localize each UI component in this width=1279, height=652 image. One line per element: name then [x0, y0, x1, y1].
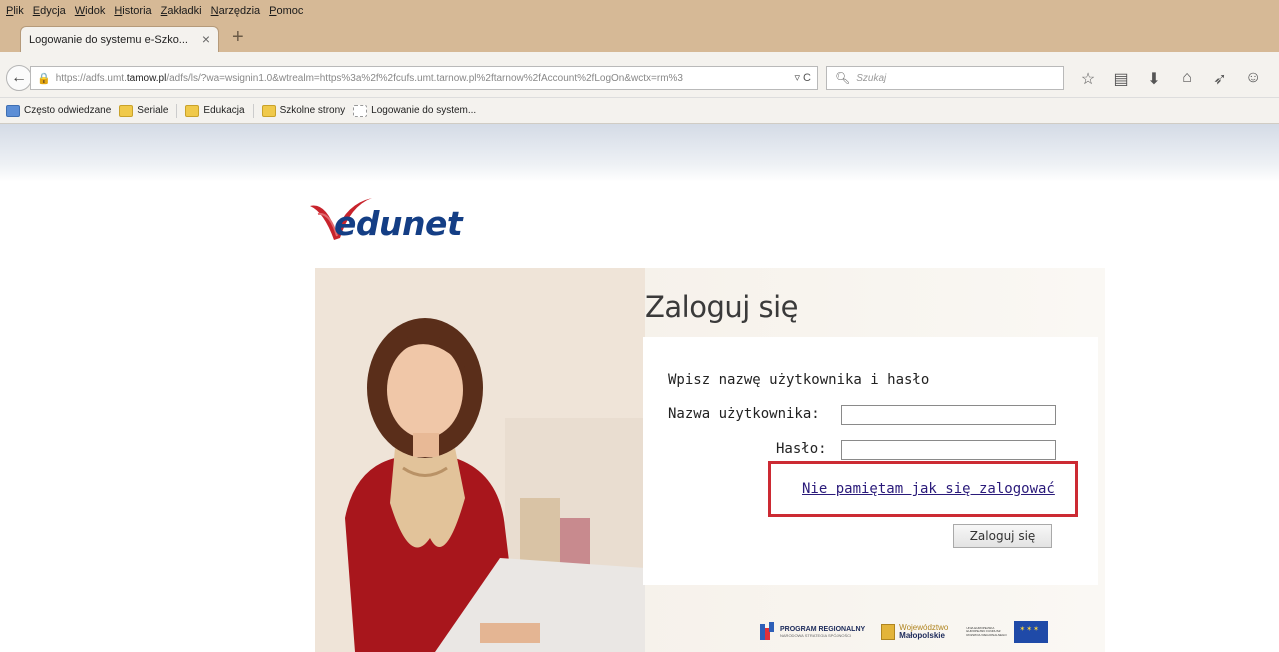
student-photo [315, 268, 645, 652]
login-button[interactable]: Zaloguj się [953, 524, 1052, 548]
send-icon[interactable]: ➶ [1212, 69, 1228, 89]
menu-widok[interactable]: Widok [75, 5, 106, 17]
folder-icon [185, 104, 200, 117]
login-prompt: Wpisz nazwę użytkownika i hasło [668, 372, 930, 388]
bookmark-logowanie[interactable]: Logowanie do system... [353, 104, 477, 117]
logo-text: edunet [334, 204, 463, 243]
username-field[interactable] [841, 405, 1056, 425]
eu-label: UNIA EUROPEJSKA EUROPEJSKI FUNDUSZ ROZWO… [966, 625, 1007, 637]
menu-plik[interactable]: Plik [6, 5, 24, 17]
download-icon[interactable]: ⬇ [1146, 69, 1162, 89]
malopolskie-label: Małopolskie [899, 631, 945, 640]
bookmark-separator [176, 103, 178, 118]
password-field[interactable] [841, 440, 1056, 460]
bookmark-label: Często odwiedzane [24, 105, 112, 116]
bookmark-star-icon[interactable]: ☆ [1080, 69, 1096, 89]
navigation-bar: ← 🔒 https://adfs.umt. tamow.pl/adfs/ls/?w… [0, 52, 1279, 98]
new-tab-button[interactable]: + [232, 26, 244, 49]
bookmark-czesto-odwiedzane[interactable]: Często odwiedzane [6, 104, 112, 117]
page-title: Zaloguj się [645, 290, 799, 324]
bookmark-label: Logowanie do system... [371, 105, 477, 116]
url-host: tamow.pl [126, 72, 167, 84]
search-placeholder: Szukaj [856, 72, 887, 84]
menu-narzedzia[interactable]: Narzędzia [211, 5, 261, 17]
program-label: PROGRAM REGIONALNY [780, 625, 866, 633]
tab-strip: Logowanie do systemu e-Szko... × + [0, 22, 1279, 52]
tab-title: Logowanie do systemu e-Szko... [29, 33, 188, 46]
toolbar-icons: ☆ ▤ ⬇ ⌂ ➶ ☺ [1080, 69, 1262, 89]
bookmarks-bar: Często odwiedzane Seriale Edukacja Szkol… [0, 98, 1279, 124]
funding-logos: PROGRAM REGIONALNY NARODOWA STRATEGIA SPÓ… [760, 612, 1080, 652]
menu-edycja[interactable]: Edycja [33, 5, 66, 17]
search-input[interactable]: 🔍︎ Szukaj [826, 66, 1064, 90]
bookmark-icon [6, 104, 20, 117]
browser-tab[interactable]: Logowanie do systemu e-Szko... × [20, 26, 219, 52]
eu-logo: UNIA EUROPEJSKA EUROPEJSKI FUNDUSZ ROZWO… [966, 621, 1049, 643]
program-icon [760, 622, 774, 640]
reload-icon[interactable]: ▿ C [794, 71, 811, 84]
bookmark-folder-seriale[interactable]: Seriale [119, 104, 169, 117]
reading-list-icon[interactable]: ▤ [1113, 69, 1129, 89]
program-sub-label: NARODOWA STRATEGIA SPÓJNOŚCI [780, 632, 852, 638]
bookmark-label: Edukacja [203, 105, 245, 116]
program-regionalny-logo: PROGRAM REGIONALNY NARODOWA STRATEGIA SPÓ… [760, 622, 865, 642]
eu-flag-icon [1014, 621, 1049, 643]
menu-pomoc[interactable]: Pomoc [269, 5, 303, 17]
url-path: /adfs/ls/?wa=wsignin1.0&wtrealm=https%3a… [166, 72, 683, 84]
home-icon[interactable]: ⌂ [1179, 69, 1195, 89]
search-icon: 🔍︎ [835, 71, 851, 85]
folder-icon [119, 104, 134, 117]
coat-of-arms-icon [881, 624, 896, 640]
page-icon [353, 104, 368, 117]
bookmark-label: Seriale [137, 105, 169, 116]
menu-historia[interactable]: Historia [114, 5, 151, 17]
bookmark-folder-szkolne-strony[interactable]: Szkolne strony [261, 104, 346, 117]
close-icon[interactable]: × [202, 31, 210, 47]
menu-zakladki[interactable]: Zakładki [161, 5, 202, 17]
lock-icon: 🔒 [37, 72, 51, 85]
page-header-gradient [0, 124, 1279, 182]
back-button[interactable]: ← [6, 65, 32, 91]
edunet-logo: edunet [306, 192, 506, 254]
url-prefix: https://adfs.umt. [55, 72, 127, 84]
menu-bar: Plik Edycja Widok Historia Zakładki Narz… [0, 0, 1279, 22]
bookmark-folder-edukacja[interactable]: Edukacja [185, 104, 245, 117]
password-label: Hasło: [776, 441, 827, 457]
folder-icon [261, 104, 276, 117]
bookmark-separator [252, 103, 254, 118]
back-arrow-icon: ← [11, 69, 27, 86]
bookmark-label: Szkolne strony [279, 105, 346, 116]
address-bar[interactable]: 🔒 https://adfs.umt. tamow.pl/adfs/ls/?wa=… [30, 66, 818, 90]
smiley-icon[interactable]: ☺ [1245, 69, 1261, 89]
malopolska-logo: Województwo Małopolskie [881, 624, 948, 640]
forgot-login-link[interactable]: Nie pamiętam jak się zalogować [802, 481, 1055, 497]
username-label: Nazwa użytkownika: [668, 406, 820, 422]
